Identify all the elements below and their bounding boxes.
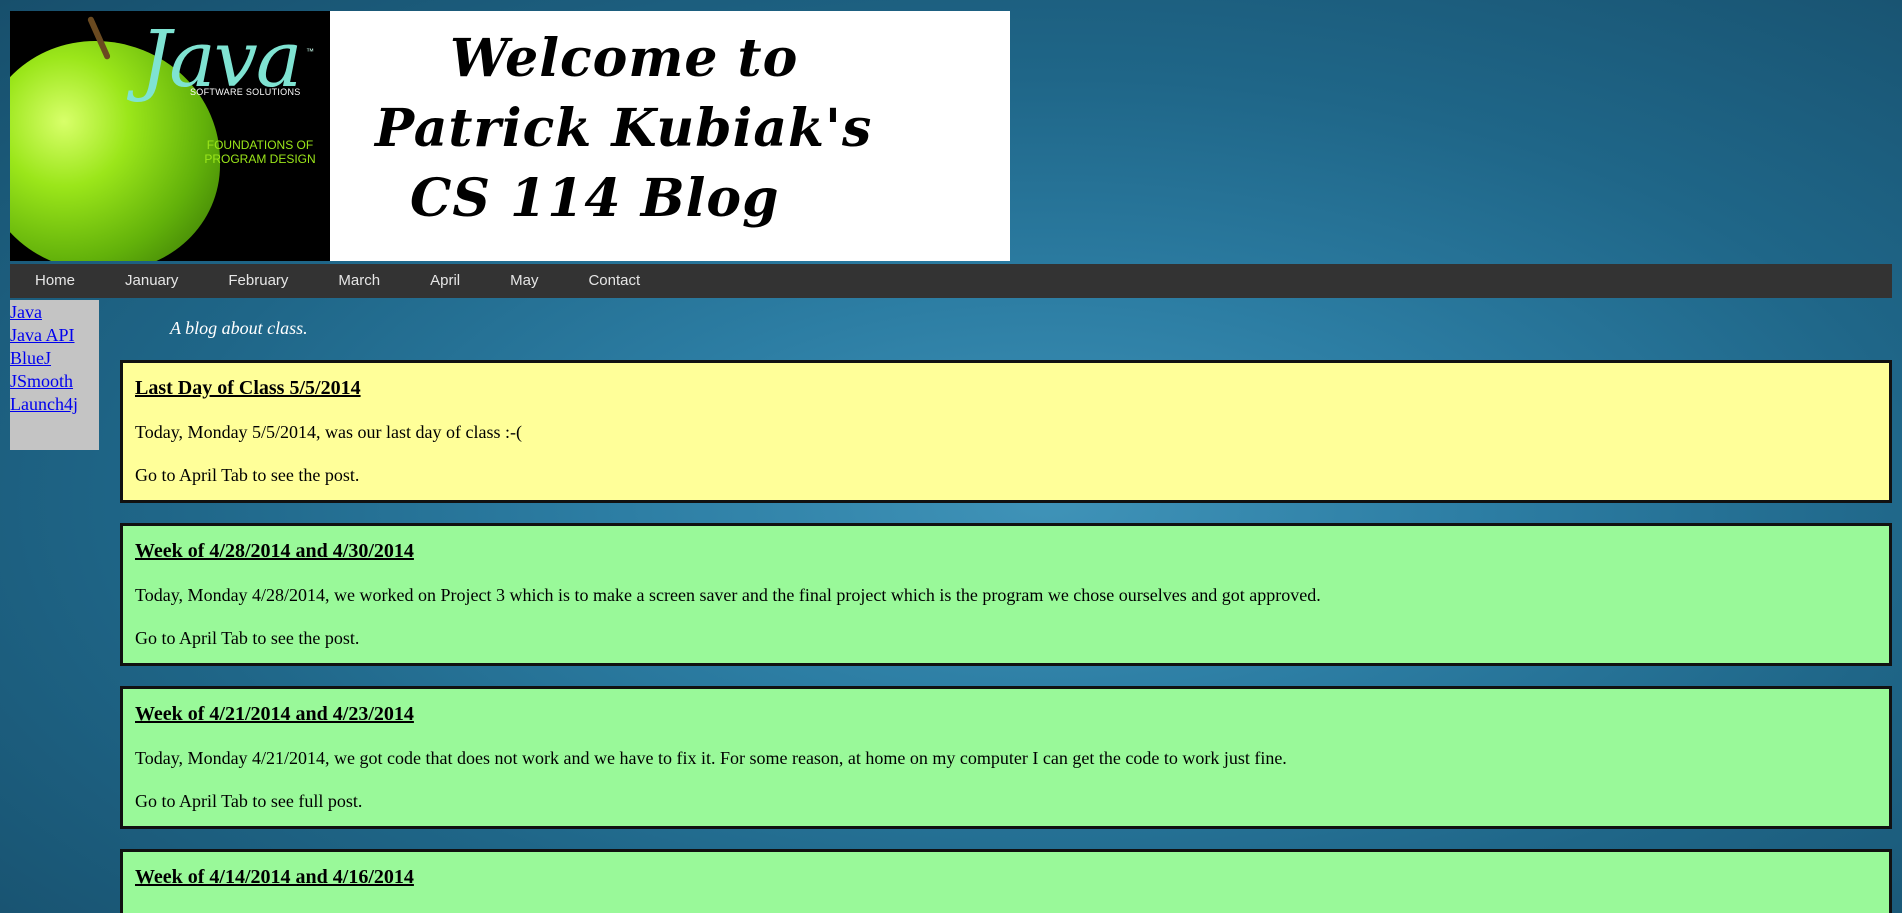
post-paragraph: Go to April Tab to see full post. (135, 791, 363, 811)
banner-title-line-1: Welcome to (450, 28, 799, 89)
banner-title-line-2: Patrick Kubiak's (375, 98, 873, 159)
post-title: Week of 4/21/2014 and 4/23/2014 (135, 703, 414, 725)
banner-title-panel: Welcome to Patrick Kubiak's CS 114 Blog (330, 11, 1010, 261)
sidebar-link-java[interactable]: Java (10, 301, 99, 324)
post-title: Week of 4/28/2014 and 4/30/2014 (135, 540, 414, 562)
main-nav: Home January February March April May Co… (10, 264, 1892, 298)
logo-subtitle: SOFTWARE SOLUTIONS (190, 87, 301, 97)
sidebar-link-launch4j[interactable]: Launch4j (10, 393, 99, 416)
post-title: Week of 4/14/2014 and 4/16/2014 (135, 866, 414, 888)
nav-march[interactable]: March (313, 264, 405, 298)
blog-post: Week of 4/28/2014 and 4/30/2014 Today, M… (120, 523, 1892, 666)
header-banner: Java ™ SOFTWARE SOLUTIONS FOUNDATIONS OF… (10, 11, 1010, 261)
banner-title-line-3: CS 114 Blog (410, 168, 780, 229)
java-logo-image: Java ™ SOFTWARE SOLUTIONS FOUNDATIONS OF… (10, 11, 330, 261)
post-paragraph: Today, Monday 4/21/2014, we got code tha… (135, 748, 1287, 768)
post-paragraph: Today, Monday 4/28/2014, we worked on Pr… (135, 585, 1321, 605)
post-paragraph: Today, Monday 5/5/2014, was our last day… (135, 422, 522, 442)
post-paragraph: Go to April Tab to see the post. (135, 465, 360, 485)
sidebar-link-jsmooth[interactable]: JSmooth (10, 370, 99, 393)
logo-foundations: FOUNDATIONS OF PROGRAM DESIGN (204, 138, 316, 166)
post-paragraph: Go to April Tab to see the post. (135, 628, 360, 648)
nav-home[interactable]: Home (10, 264, 100, 298)
blog-tagline: A blog about class. (170, 318, 308, 338)
nav-contact[interactable]: Contact (563, 264, 665, 298)
sidebar-links: Java Java API BlueJ JSmooth Launch4j (10, 300, 99, 450)
sidebar-link-bluej[interactable]: BlueJ (10, 347, 99, 370)
blog-post: Week of 4/14/2014 and 4/16/2014 (120, 849, 1892, 913)
blog-post: Last Day of Class 5/5/2014 Today, Monday… (120, 360, 1892, 503)
nav-may[interactable]: May (485, 264, 563, 298)
logo-trademark: ™ (306, 47, 314, 56)
nav-april[interactable]: April (405, 264, 485, 298)
sidebar-link-java-api[interactable]: Java API (10, 324, 99, 347)
post-title: Last Day of Class 5/5/2014 (135, 377, 361, 399)
nav-february[interactable]: February (203, 264, 313, 298)
nav-january[interactable]: January (100, 264, 203, 298)
blog-post: Week of 4/21/2014 and 4/23/2014 Today, M… (120, 686, 1892, 829)
